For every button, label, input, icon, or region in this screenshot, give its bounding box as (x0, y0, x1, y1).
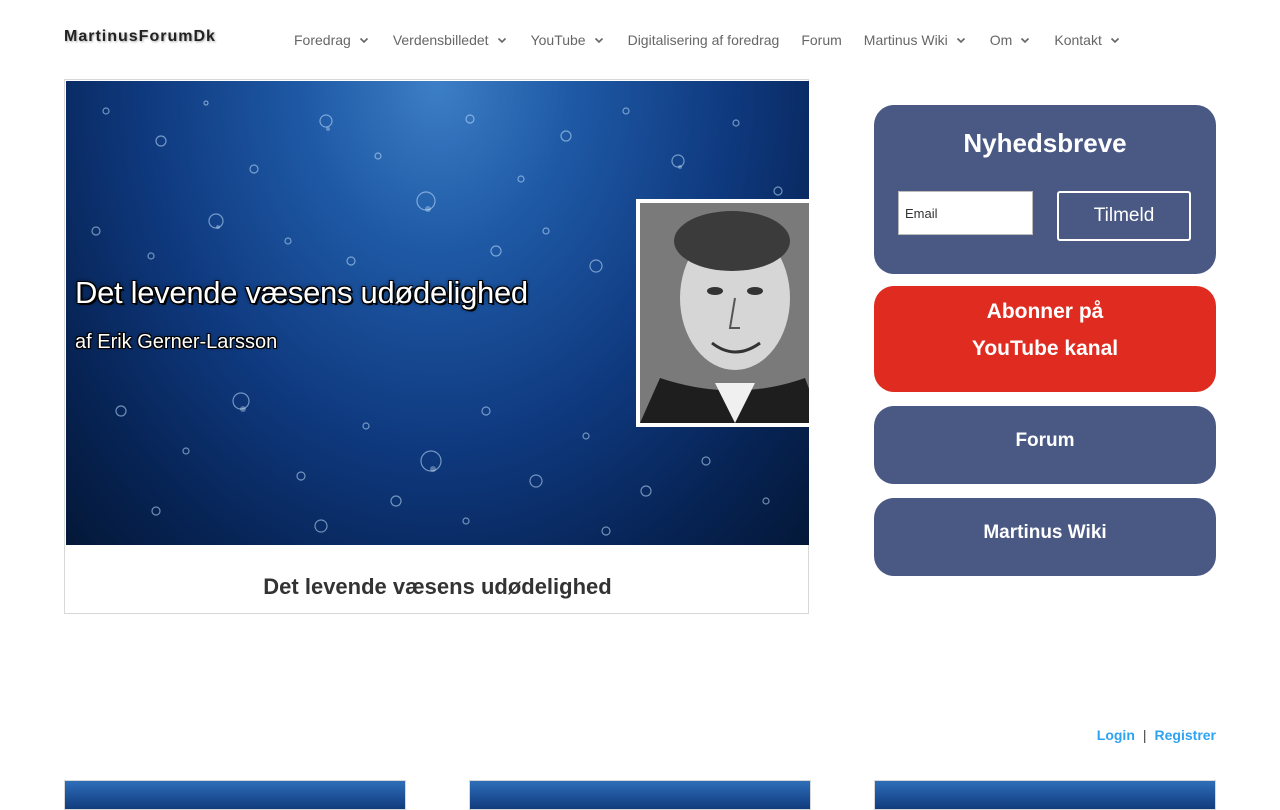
forum-widget[interactable]: Forum (874, 406, 1216, 484)
featured-post-thumbnail[interactable]: Det levende væsens udødelighed af Erik G… (66, 81, 809, 545)
nav-item-martinus-wiki[interactable]: Martinus Wiki (864, 32, 968, 48)
nav-item-foredrag[interactable]: Foredrag (294, 32, 371, 48)
wiki-widget[interactable]: Martinus Wiki (874, 498, 1216, 576)
login-link[interactable]: Login (1097, 727, 1135, 743)
nav-item-label: Digitalisering af foredrag (627, 32, 780, 48)
youtube-subscribe-line1: Abonner på (986, 300, 1104, 323)
chevron-down-icon (954, 33, 968, 47)
email-field[interactable] (898, 191, 1033, 235)
author-portrait (636, 199, 809, 427)
site-logo[interactable]: MartinusForumDk (64, 28, 216, 46)
youtube-subscribe-line2: YouTube kanal (971, 337, 1119, 360)
nav-item-label: YouTube (530, 32, 586, 48)
thumbnail-author-text: af Erik Gerner-Larsson (75, 331, 278, 353)
nav-item-om[interactable]: Om (990, 32, 1033, 48)
chevron-down-icon (1108, 33, 1122, 47)
post-thumbnail[interactable] (469, 780, 811, 810)
wiki-widget-label: Martinus Wiki (983, 522, 1107, 543)
nav-item-label: Forum (801, 32, 842, 48)
nav-item-verdensbilledet[interactable]: Verdensbilledet (393, 32, 509, 48)
nav-item-youtube[interactable]: YouTube (531, 32, 606, 48)
main-nav: Foredrag Verdensbilledet YouTube Digital… (294, 31, 1144, 49)
nav-item-forum[interactable]: Forum (801, 32, 841, 48)
nav-item-digitalisering[interactable]: Digitalisering af foredrag (628, 32, 780, 48)
nav-item-label: Martinus Wiki (863, 32, 948, 48)
post-thumbnail[interactable] (64, 780, 406, 810)
auth-separator: | (1142, 727, 1147, 743)
register-link[interactable]: Registrer (1155, 727, 1216, 743)
featured-post-card[interactable]: Det levende væsens udødelighed af Erik G… (64, 79, 809, 614)
chevron-down-icon (1018, 33, 1032, 47)
chevron-down-icon (357, 33, 371, 47)
nav-item-label: Foredrag (294, 32, 351, 48)
subscribe-button[interactable]: Tilmeld (1057, 191, 1191, 241)
newsletter-widget: Nyhedsbreve Tilmeld (874, 105, 1216, 274)
nav-item-label: Om (989, 32, 1013, 48)
chevron-down-icon (592, 33, 606, 47)
nav-item-kontakt[interactable]: Kontakt (1054, 32, 1121, 48)
nav-item-label: Verdensbilledet (392, 32, 489, 48)
post-thumbnail[interactable] (874, 780, 1216, 810)
thumbnail-title-text: Det levende væsens udødelighed (75, 275, 528, 310)
auth-links: Login | Registrer (1097, 727, 1216, 743)
featured-post-title[interactable]: Det levende væsens udødelighed (65, 574, 810, 600)
nav-item-label: Kontakt (1054, 32, 1102, 48)
chevron-down-icon (495, 33, 509, 47)
newsletter-title: Nyhedsbreve (963, 128, 1127, 158)
forum-widget-label: Forum (1015, 430, 1075, 451)
youtube-subscribe-widget[interactable]: Abonner på YouTube kanal (874, 286, 1216, 392)
